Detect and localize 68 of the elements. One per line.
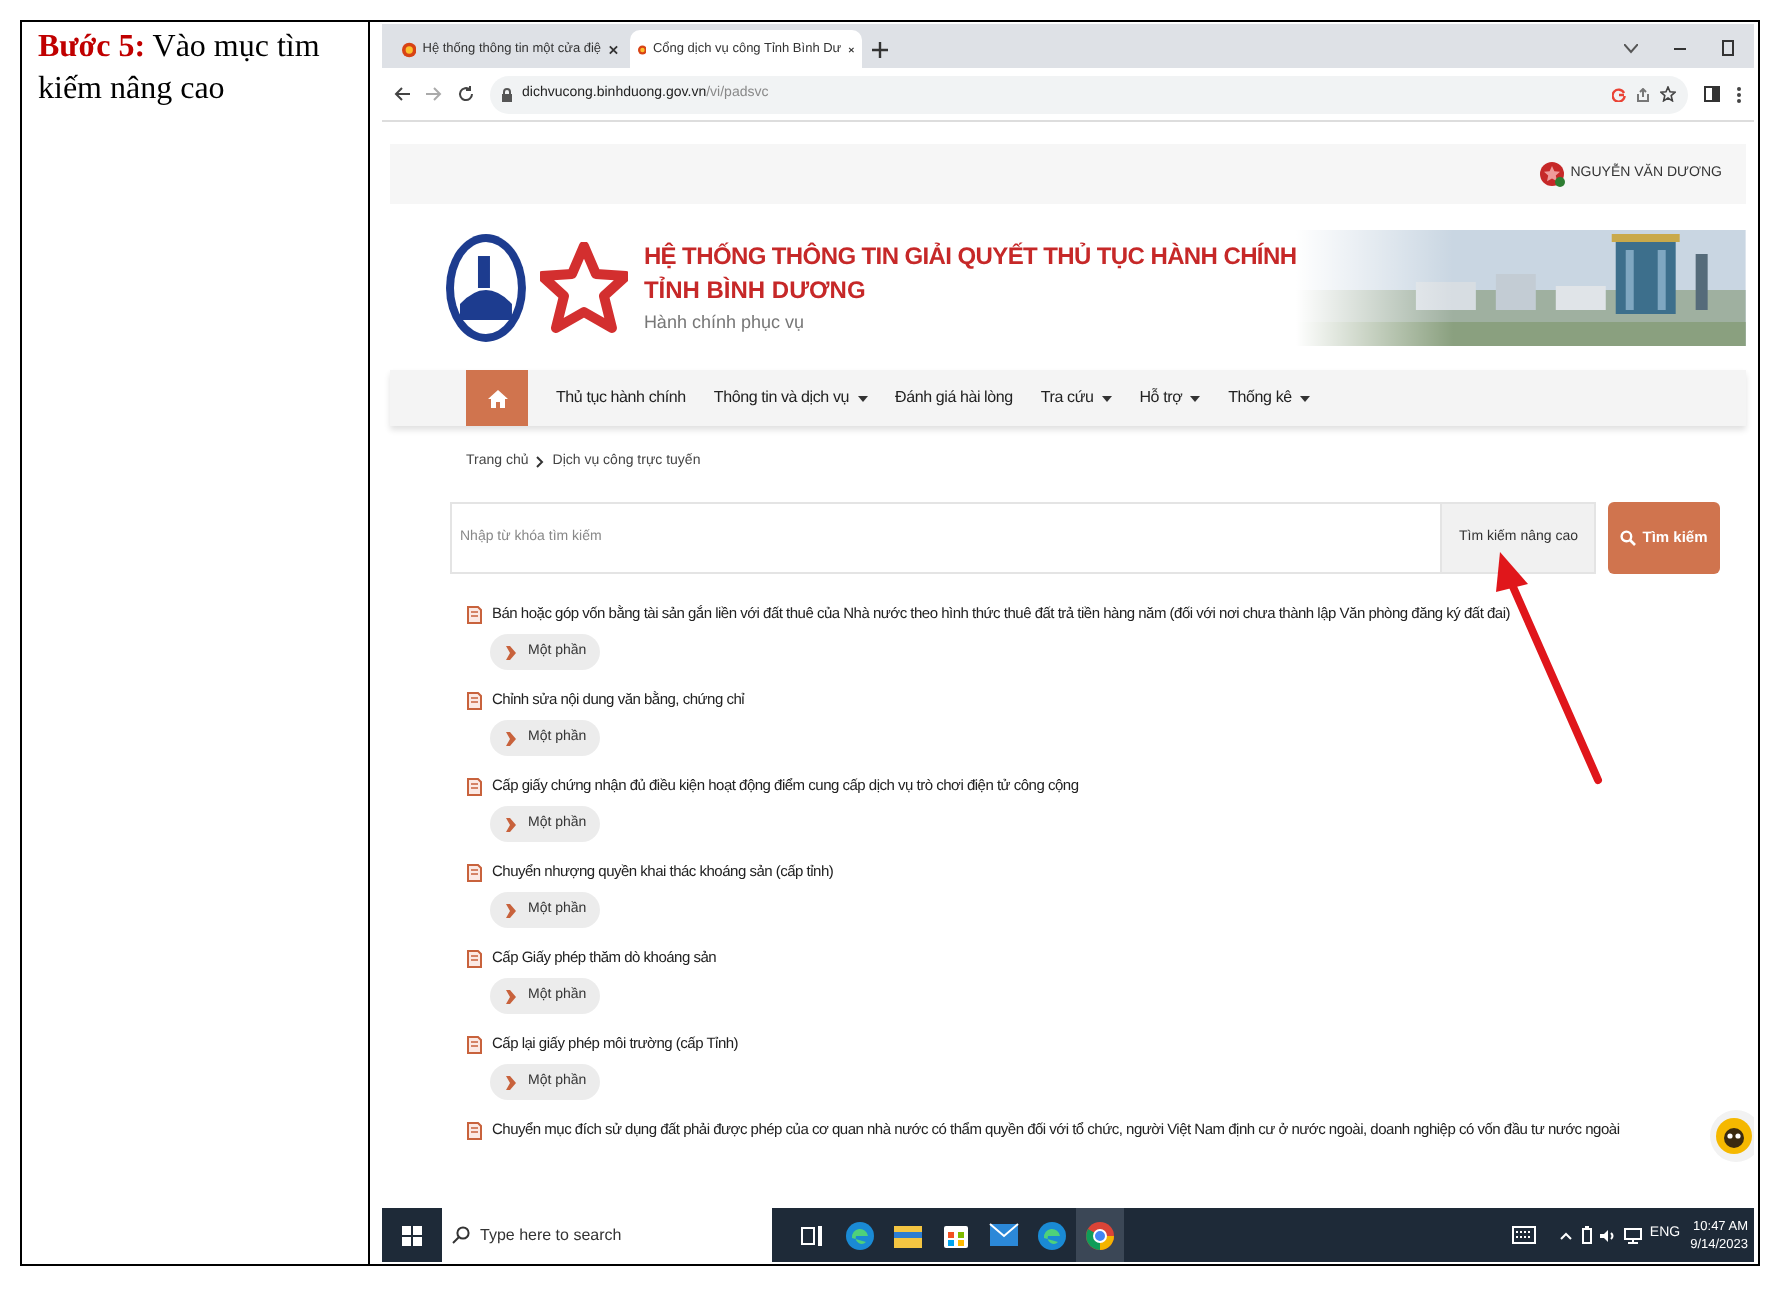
nav-item[interactable]: Tra cứu bbox=[1040, 386, 1112, 410]
search-icon bbox=[452, 1226, 470, 1244]
reload-icon[interactable] bbox=[458, 86, 474, 102]
new-tab-icon[interactable] bbox=[872, 42, 888, 58]
close-icon[interactable] bbox=[607, 43, 618, 55]
chevron-up-icon[interactable] bbox=[1559, 1231, 1572, 1239]
document-icon bbox=[466, 777, 482, 795]
home-icon bbox=[487, 389, 507, 407]
caret-icon bbox=[1299, 395, 1310, 401]
chevron-icon bbox=[506, 1075, 516, 1089]
star-emblem-logo bbox=[539, 241, 628, 333]
folder-icon bbox=[892, 1221, 924, 1249]
slogan: Hành chính phục vụ bbox=[643, 309, 806, 335]
nav-item[interactable]: Thông tin và dịch vụ bbox=[713, 386, 868, 410]
document-icon bbox=[466, 863, 482, 881]
chevron-icon bbox=[506, 817, 516, 831]
emblem-icon bbox=[402, 41, 417, 57]
portal-title: TỈNH BÌNH DƯƠNG bbox=[643, 273, 868, 307]
nav-item[interactable]: Thống kê bbox=[1228, 386, 1310, 410]
chevron-down-icon[interactable] bbox=[1624, 44, 1638, 54]
chrome-icon bbox=[1084, 1219, 1116, 1251]
document-icon bbox=[466, 605, 482, 623]
keyboard-icon[interactable] bbox=[1511, 1226, 1536, 1244]
share-icon[interactable] bbox=[1636, 87, 1650, 101]
back-arrow-icon[interactable] bbox=[394, 86, 410, 102]
province-logo bbox=[444, 231, 528, 343]
user-avatar-icon[interactable] bbox=[1538, 160, 1567, 188]
store-icon bbox=[942, 1220, 970, 1250]
taskbar-app[interactable] bbox=[1076, 1208, 1124, 1262]
edge-icon bbox=[844, 1219, 876, 1251]
nav-item[interactable]: Hỗ trợ bbox=[1139, 386, 1201, 410]
side-panel-icon[interactable] bbox=[1704, 86, 1720, 102]
taskbar-search-field[interactable]: Type here to search bbox=[442, 1208, 772, 1262]
battery-icon[interactable] bbox=[1581, 1226, 1592, 1244]
chatbot-icon[interactable] bbox=[1706, 1106, 1754, 1166]
home-button[interactable] bbox=[466, 370, 528, 426]
chevron-right-icon bbox=[536, 456, 545, 468]
task-view-icon bbox=[800, 1223, 824, 1247]
windows-start-icon[interactable] bbox=[402, 1225, 422, 1245]
minimize-icon[interactable] bbox=[1674, 48, 1686, 52]
taskbar-search-placeholder: Type here to search bbox=[480, 1223, 622, 1247]
speaker-icon[interactable] bbox=[1599, 1227, 1616, 1243]
search-icon bbox=[1620, 530, 1637, 546]
caret-icon bbox=[857, 395, 868, 401]
close-icon[interactable] bbox=[847, 43, 854, 55]
caret-icon bbox=[1101, 395, 1112, 401]
step-instruction: Bước 5: Vào mục tìm kiếm nâng cao bbox=[38, 28, 322, 110]
portal-title: HỆ THỐNG THÔNG TIN GIẢI QUYẾT THỦ TỤC HÀNH CHÍNH bbox=[643, 239, 1297, 273]
menu-icon[interactable] bbox=[1736, 85, 1742, 103]
document-icon bbox=[466, 691, 482, 709]
nav-item[interactable]: Thủ tục hành chính bbox=[556, 386, 686, 410]
network-icon[interactable] bbox=[1623, 1227, 1642, 1243]
document-icon bbox=[466, 1035, 482, 1053]
edge-icon bbox=[1036, 1219, 1068, 1251]
caret-icon bbox=[1190, 395, 1201, 401]
restore-icon[interactable] bbox=[1722, 40, 1734, 56]
chevron-icon bbox=[506, 989, 516, 1003]
mail-icon bbox=[988, 1222, 1020, 1248]
nav-item[interactable]: Đánh giá hài lòng bbox=[895, 386, 1013, 410]
lock-icon bbox=[502, 87, 512, 101]
chevron-icon bbox=[506, 903, 516, 917]
chevron-icon bbox=[506, 645, 516, 659]
chevron-icon bbox=[506, 731, 516, 745]
star-icon[interactable] bbox=[1660, 86, 1676, 102]
document-icon bbox=[466, 949, 482, 967]
google-icon[interactable] bbox=[1612, 87, 1626, 101]
document-icon bbox=[466, 1121, 482, 1139]
emblem-icon bbox=[638, 41, 647, 57]
